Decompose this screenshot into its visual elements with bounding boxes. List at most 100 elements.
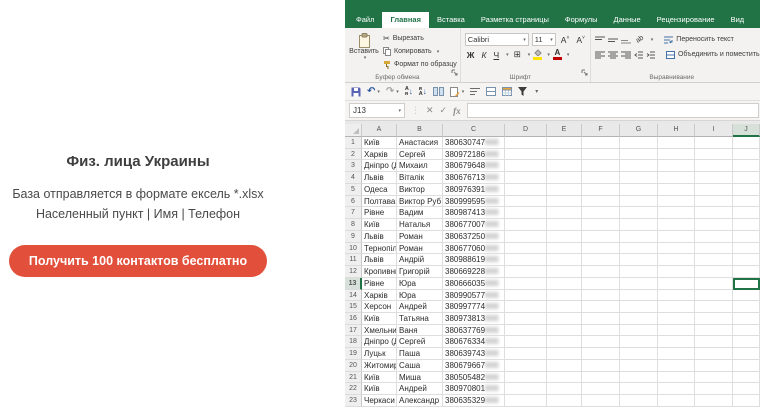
cell-C13[interactable]: 380666035888 [443,278,505,290]
cell-E16[interactable] [547,313,582,325]
cell-E6[interactable] [547,196,582,208]
selected-cell-J13[interactable] [733,278,760,290]
row-header-11[interactable]: 11 [345,254,362,266]
cell-F14[interactable] [582,290,620,302]
cell-A13[interactable]: Рівне [362,278,397,290]
cell-J11[interactable] [733,254,760,266]
cell-B15[interactable]: Андрей [397,301,443,313]
insert-function-button[interactable]: fx [453,106,461,116]
cell-F22[interactable] [582,383,620,395]
cell-I21[interactable] [695,372,733,384]
cell-I10[interactable] [695,243,733,255]
align-right-icon[interactable] [621,51,631,59]
align-top-icon[interactable] [595,36,605,44]
cell-F4[interactable] [582,172,620,184]
enter-button[interactable]: ✓ [440,105,448,116]
cell-G16[interactable] [620,313,658,325]
cell-J18[interactable] [733,336,760,348]
cell-D8[interactable] [505,219,547,231]
cell-G3[interactable] [620,160,658,172]
cell-F9[interactable] [582,231,620,243]
cell-C12[interactable]: 380669228888 [443,266,505,278]
cell-C14[interactable]: 380990577888 [443,290,505,302]
row-header-14[interactable]: 14 [345,290,362,302]
cell-E9[interactable] [547,231,582,243]
cell-H12[interactable] [658,266,695,278]
save-icon[interactable] [351,87,361,97]
cell-F3[interactable] [582,160,620,172]
cell-C5[interactable]: 380976391888 [443,184,505,196]
cell-J8[interactable] [733,219,760,231]
cell-C1[interactable]: 380630747888 [443,137,505,149]
row-header-1[interactable]: 1 [345,137,362,149]
cell-I16[interactable] [695,313,733,325]
cell-J1[interactable] [733,137,760,149]
cell-C21[interactable]: 380505482888 [443,372,505,384]
cell-E4[interactable] [547,172,582,184]
font-dialog-launcher-icon[interactable] [581,63,588,81]
cell-D23[interactable] [505,395,547,407]
cell-I7[interactable] [695,207,733,219]
customize-qat-icon[interactable]: ▾ [533,87,538,97]
align-center-icon[interactable] [608,51,618,59]
cell-A11[interactable]: Львів [362,254,397,266]
cell-D9[interactable] [505,231,547,243]
underline-dropdown-icon[interactable]: ▾ [506,52,509,58]
cell-H5[interactable] [658,184,695,196]
cell-B5[interactable]: Виктор [397,184,443,196]
cell-B3[interactable]: Михаил [397,160,443,172]
cell-I2[interactable] [695,149,733,161]
cell-E19[interactable] [547,348,582,360]
cell-F7[interactable] [582,207,620,219]
cell-C3[interactable]: 380679648888 [443,160,505,172]
cell-J14[interactable] [733,290,760,302]
column-header-H[interactable]: H [658,124,695,137]
row-header-8[interactable]: 8 [345,219,362,231]
cell-D1[interactable] [505,137,547,149]
tab-Файл[interactable]: Файл [348,12,382,28]
column-header-I[interactable]: I [695,124,733,137]
cell-H4[interactable] [658,172,695,184]
cell-J6[interactable] [733,196,760,208]
cell-J4[interactable] [733,172,760,184]
cell-J10[interactable] [733,243,760,255]
cell-I4[interactable] [695,172,733,184]
cell-B22[interactable]: Андрей [397,383,443,395]
cell-I15[interactable] [695,301,733,313]
edit-form-icon[interactable]: ▾ [450,87,465,97]
cell-F12[interactable] [582,266,620,278]
cell-E18[interactable] [547,336,582,348]
cell-J16[interactable] [733,313,760,325]
copy-dropdown-icon[interactable]: ▾ [437,49,440,55]
row-header-7[interactable]: 7 [345,207,362,219]
select-all-button[interactable] [345,124,362,137]
cell-A15[interactable]: Херсон [362,301,397,313]
row-header-6[interactable]: 6 [345,196,362,208]
cell-D12[interactable] [505,266,547,278]
cell-H7[interactable] [658,207,695,219]
column-header-A[interactable]: A [362,124,397,137]
cell-D14[interactable] [505,290,547,302]
cell-A12[interactable]: Кропивни [362,266,397,278]
get-contacts-button[interactable]: Получить 100 контактов бесплатно [9,245,267,277]
cell-C9[interactable]: 380637250888 [443,231,505,243]
cell-B20[interactable]: Саша [397,360,443,372]
font-color-dropdown-icon[interactable]: ▾ [567,52,570,58]
cell-I6[interactable] [695,196,733,208]
copy-button[interactable]: Копировать ▾ [383,45,457,58]
cell-H22[interactable] [658,383,695,395]
cut-button[interactable]: ✂ Вырезать [383,32,457,45]
cell-E1[interactable] [547,137,582,149]
cell-C20[interactable]: 380679667888 [443,360,505,372]
redo-icon[interactable]: ↷▾ [386,87,399,97]
cell-A16[interactable]: Київ [362,313,397,325]
table-icon[interactable] [502,87,512,96]
row-header-12[interactable]: 12 [345,266,362,278]
row-header-2[interactable]: 2 [345,149,362,161]
cell-F2[interactable] [582,149,620,161]
cell-A7[interactable]: Рівне [362,207,397,219]
cell-I14[interactable] [695,290,733,302]
cell-C17[interactable]: 380637769888 [443,325,505,337]
cell-F8[interactable] [582,219,620,231]
cell-B1[interactable]: Анастасия [397,137,443,149]
